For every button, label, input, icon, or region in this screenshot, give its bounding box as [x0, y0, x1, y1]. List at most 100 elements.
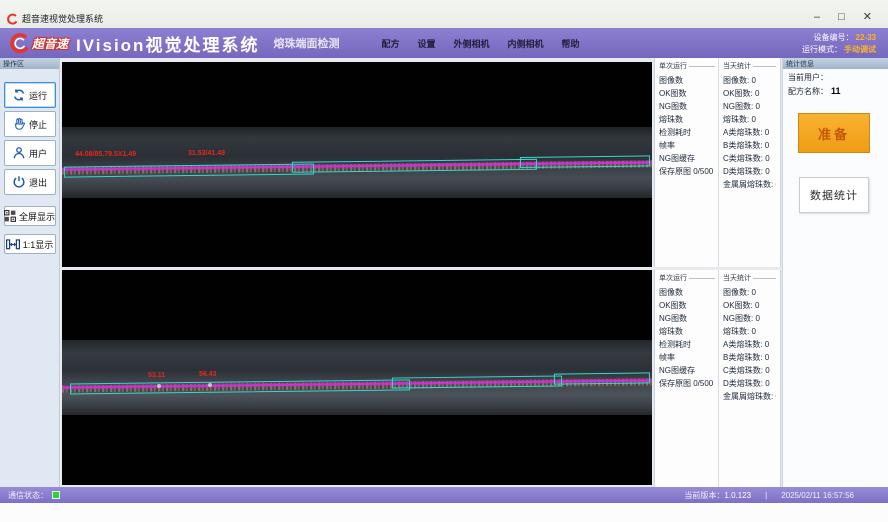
app-subtitle: 熔珠端面检测 [273, 35, 339, 51]
stat-row: NG图缓存 [659, 364, 715, 377]
device-info: 设备编号：22-33 运行模式：手动调试 [802, 32, 880, 55]
exit-icon [12, 175, 26, 189]
stat-row: A类熔珠数: 0 [723, 126, 776, 139]
app-window: 超音速视觉处理系统 – □ ✕ 超音速 IVision视觉处理系统 熔珠端面检测… [0, 0, 888, 522]
data-stats-button[interactable]: 数据统计 [799, 177, 869, 213]
restore-icon[interactable]: □ [838, 11, 845, 23]
titlebar: 超音速视觉处理系统 – □ ✕ [0, 0, 888, 28]
stat-row: 熔珠数: 0 [723, 113, 776, 126]
comm-status-indicator [52, 491, 60, 499]
run-button[interactable]: 运行 [4, 82, 56, 108]
menu-item[interactable]: 配方 [381, 37, 399, 50]
measurement-annotation: 44.08/85.79.5X1.49 [75, 151, 136, 158]
measurement-annotation: 56.43 [199, 371, 217, 378]
stat-row: 检测耗时 [659, 338, 715, 351]
one-to-one-icon [6, 239, 20, 250]
stat-row: C类熔珠数: 0 [723, 364, 776, 377]
inner-camera-view[interactable]: 53.11 56.43 [62, 270, 652, 485]
info-panel-header: 统计信息 [783, 58, 888, 69]
brand-swoosh-icon [8, 32, 30, 54]
stat-row: 图像数: 0 [723, 286, 776, 299]
daily-rows: 图像数: 0OK图数: 0NG图数: 0熔珠数: 0A类熔珠数: 0B类熔珠数:… [723, 74, 776, 191]
stat-row: 保存原图 0/500 [659, 165, 715, 178]
stat-row: 金属屑熔珠数: 0 [723, 178, 776, 191]
detection-box [392, 375, 562, 388]
bead-defect-mark [208, 383, 212, 387]
info-panel: 统计信息 当前用户： 配方名称：11 准备 数据统计 [782, 58, 888, 487]
stat-row: OK图数 [659, 87, 715, 100]
single-run-column: 单次运行 图像数OK图数NG图数熔珠数检测耗时帧率NG图缓存保存原图 0/500 [655, 270, 718, 487]
stat-row: OK图数: 0 [723, 299, 776, 312]
stat-row: NG图数: 0 [723, 312, 776, 325]
single-run-header: 单次运行 [659, 273, 687, 283]
datetime-value: 2025/02/11 16:57:56 [781, 491, 854, 500]
detection-box [554, 372, 650, 384]
stat-row: NG图数 [659, 312, 715, 325]
stat-row: 帧率 [659, 139, 715, 152]
comm-status-label: 通信状态： [8, 490, 48, 501]
stat-row: 图像数 [659, 74, 715, 87]
stats-panel-top: 单次运行 图像数OK图数NG图数熔珠数检测耗时帧率NG图缓存保存原图 0/500… [654, 58, 781, 267]
single-run-column: 单次运行 图像数OK图数NG图数熔珠数检测耗时帧率NG图缓存保存原图 0/500 [655, 58, 718, 267]
exit-button[interactable]: 退出 [4, 169, 56, 195]
device-number-row: 设备编号：22-33 [814, 32, 876, 43]
outer-camera-view[interactable]: 44.08/85.79.5X1.49 31.53/41.49 [62, 62, 652, 267]
minimize-icon[interactable]: – [814, 11, 820, 23]
stat-row: 帧率 [659, 351, 715, 364]
user-button[interactable]: 用户 [4, 140, 56, 166]
stat-row: NG图缓存 [659, 152, 715, 165]
stat-row: 图像数: 0 [723, 74, 776, 87]
menu-item[interactable]: 外侧相机 [453, 37, 489, 50]
daily-column: 当天统计 图像数: 0OK图数: 0NG图数: 0熔珠数: 0A类熔珠数: 0B… [718, 58, 779, 267]
stop-icon [12, 117, 26, 131]
bead-defect-mark [157, 384, 161, 388]
fullscreen-button[interactable]: 全屏显示 [4, 206, 56, 226]
daily-header: 当天统计 [723, 273, 751, 283]
stat-row: A类熔珠数: 0 [723, 338, 776, 351]
version-row: 当前版本：1.0.123 [684, 490, 751, 501]
current-user-row: 当前用户： [783, 69, 888, 83]
single-run-rows: 图像数OK图数NG图数熔珠数检测耗时帧率NG图缓存保存原图 0/500 [659, 286, 715, 390]
fullscreen-icon [4, 210, 16, 222]
run-mode-row: 运行模式：手动调试 [802, 44, 876, 55]
stat-row: OK图数: 0 [723, 87, 776, 100]
app-logo-icon [6, 13, 18, 25]
stat-row: 检测耗时 [659, 126, 715, 139]
operation-sidebar: 操作区 运行 停止 [0, 58, 60, 487]
stat-row: NG图数: 0 [723, 100, 776, 113]
stat-row: NG图数 [659, 100, 715, 113]
status-separator: | [765, 491, 767, 500]
daily-header: 当天统计 [723, 61, 751, 71]
menu-bar: 配方 设置 外侧相机 内侧相机 帮助 [381, 37, 579, 50]
single-run-header: 单次运行 [659, 61, 687, 71]
camera-viewport: 44.08/85.79.5X1.49 31.53/41.49 53.11 56.… [61, 58, 653, 487]
user-icon [12, 146, 26, 160]
window-title: 超音速视觉处理系统 [22, 13, 103, 25]
stat-row: 金属屑熔珠数: 0 [723, 390, 776, 403]
stat-row: C类熔珠数: 0 [723, 152, 776, 165]
status-bar-right: 当前版本：1.0.123 | 2025/02/11 16:57:56 [684, 490, 880, 501]
prepare-button[interactable]: 准备 [798, 113, 870, 153]
stat-row: 熔珠数 [659, 325, 715, 338]
menu-item[interactable]: 帮助 [562, 37, 580, 50]
one-to-one-button[interactable]: 1:1显示 [4, 234, 56, 254]
recipe-name-row: 配方名称：11 [783, 83, 888, 97]
stat-row: B类熔珠数: 0 [723, 351, 776, 364]
stop-button[interactable]: 停止 [4, 111, 56, 137]
sidebar-header: 操作区 [0, 58, 59, 69]
stat-row: 熔珠数 [659, 113, 715, 126]
stat-row: D类熔珠数: 0 [723, 377, 776, 390]
single-run-rows: 图像数OK图数NG图数熔珠数检测耗时帧率NG图缓存保存原图 0/500 [659, 74, 715, 178]
device-number-value: 22-33 [856, 33, 876, 42]
close-icon[interactable]: ✕ [863, 11, 872, 23]
menu-item[interactable]: 内侧相机 [508, 37, 544, 50]
window-controls: – □ ✕ [814, 11, 882, 23]
recipe-name-value: 11 [831, 86, 841, 96]
app-header: 超音速 IVision视觉处理系统 熔珠端面检测 配方设置外侧相机内侧相机帮助 … [0, 28, 888, 58]
daily-rows: 图像数: 0OK图数: 0NG图数: 0熔珠数: 0A类熔珠数: 0B类熔珠数:… [723, 286, 776, 403]
daily-column: 当天统计 图像数: 0OK图数: 0NG图数: 0熔珠数: 0A类熔珠数: 0B… [718, 270, 779, 487]
status-bar: 通信状态： 当前版本：1.0.123 | 2025/02/11 16:57:56 [0, 487, 888, 503]
menu-item[interactable]: 设置 [417, 37, 435, 50]
brand-name: 超音速 [32, 35, 68, 52]
run-mode-value: 手动调试 [844, 45, 876, 54]
